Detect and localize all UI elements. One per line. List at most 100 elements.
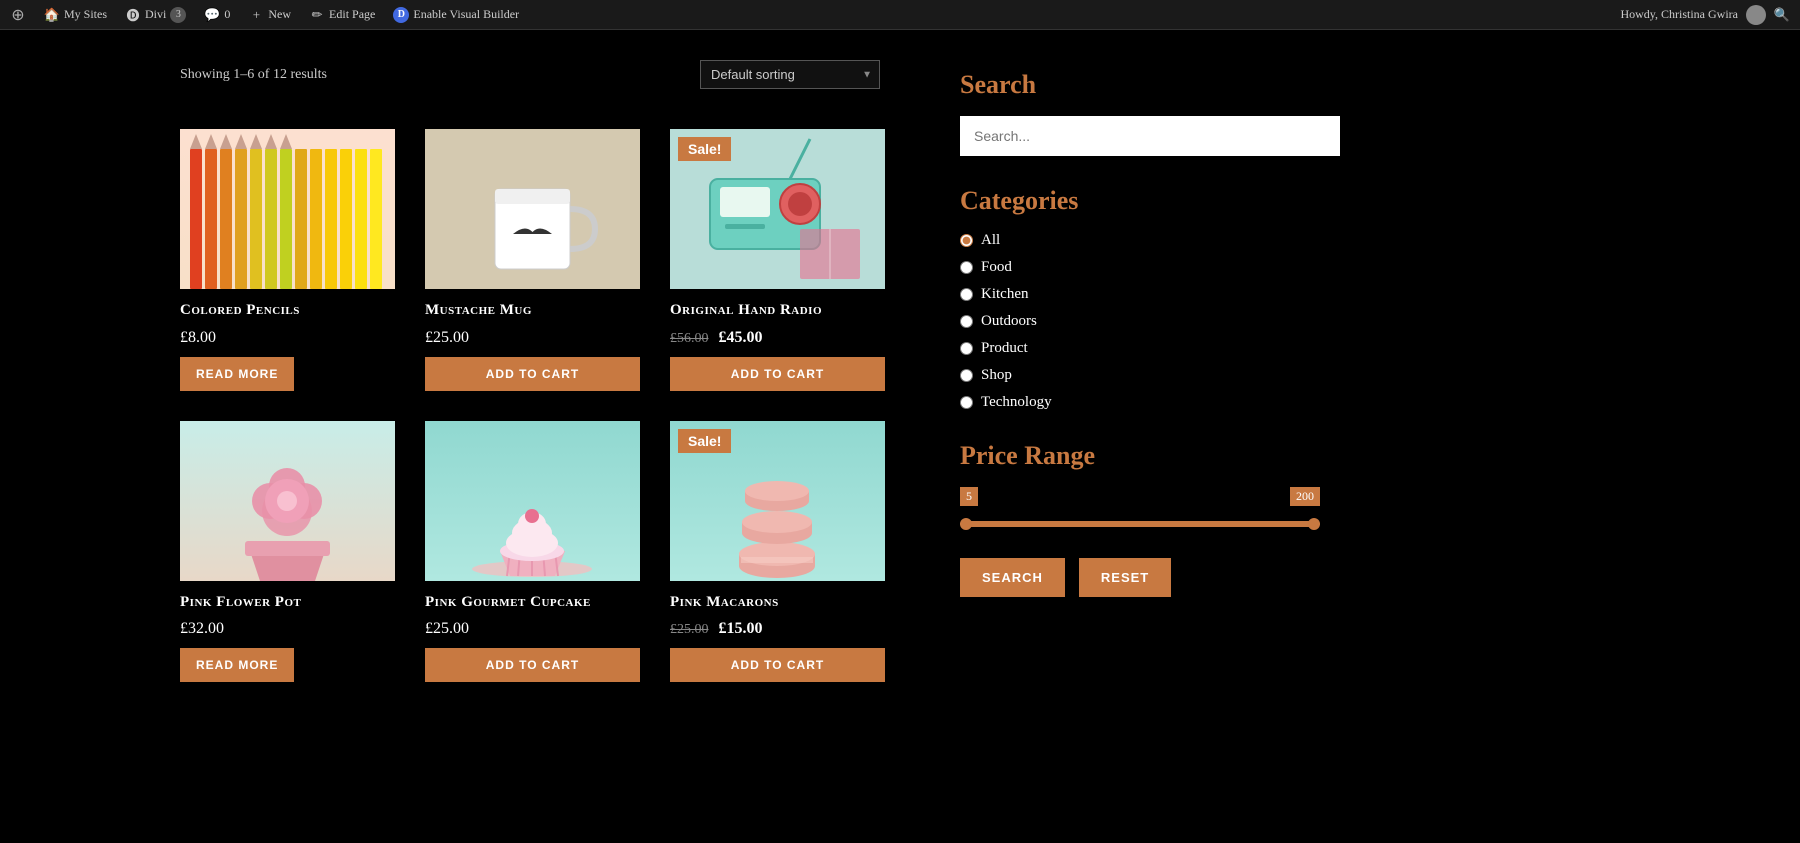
- price: £25.00: [425, 620, 469, 637]
- search-top-icon[interactable]: 🔍: [1774, 7, 1790, 23]
- search-title: Search: [960, 70, 1320, 100]
- product-title: Pink Gourmet Cupcake: [425, 593, 640, 613]
- wp-logo[interactable]: ⊕: [10, 7, 26, 23]
- category-kitchen[interactable]: Kitchen: [960, 286, 1320, 303]
- divi-builder-icon: D: [393, 7, 409, 23]
- add-to-cart-button[interactable]: ADD TO CART: [670, 648, 885, 682]
- category-label: Technology: [981, 394, 1052, 411]
- product-title: Colored Pencils: [180, 301, 395, 321]
- range-thumb-right[interactable]: [1308, 518, 1320, 530]
- search-input[interactable]: [960, 116, 1340, 156]
- product-image-wrap: [180, 421, 395, 581]
- original-price: £56.00: [670, 331, 709, 346]
- avatar: [1746, 5, 1766, 25]
- category-label: All: [981, 232, 1000, 249]
- add-to-cart-button[interactable]: ADD TO CART: [425, 357, 640, 391]
- product-image-wrap: Sale!: [670, 421, 885, 581]
- category-outdoors[interactable]: Outdoors: [960, 313, 1320, 330]
- user-area: Howdy, Christina Gwira 🔍: [1620, 5, 1790, 25]
- product-card: Pink Flower Pot £32.00 READ MORE: [180, 421, 395, 683]
- price: £8.00: [180, 329, 216, 346]
- pencil-icon: ✏: [309, 7, 325, 23]
- range-thumb-left[interactable]: [960, 518, 972, 530]
- search-button[interactable]: SEARCH: [960, 558, 1065, 597]
- product-title: Pink Macarons: [670, 593, 885, 613]
- category-label: Product: [981, 340, 1028, 357]
- category-shop[interactable]: Shop: [960, 367, 1320, 384]
- category-radio-outdoors[interactable]: [960, 315, 973, 328]
- price-min-label: 5: [960, 487, 978, 506]
- my-sites[interactable]: 🏠 My Sites: [44, 7, 107, 23]
- price-max-label: 200: [1290, 487, 1320, 506]
- product-card: Mustache Mug £25.00 ADD TO CART: [425, 129, 640, 391]
- price-row: £25.00: [425, 329, 640, 347]
- sort-select[interactable]: Default sorting Sort by popularity Sort …: [700, 60, 880, 89]
- price-row: £25.00 £15.00: [670, 620, 885, 638]
- product-title: Mustache Mug: [425, 301, 640, 321]
- add-to-cart-button[interactable]: ADD TO CART: [425, 648, 640, 682]
- top-row: Showing 1–6 of 12 results Default sortin…: [180, 60, 880, 109]
- sort-wrapper[interactable]: Default sorting Sort by popularity Sort …: [700, 60, 880, 89]
- range-slider[interactable]: [960, 514, 1320, 534]
- category-label: Kitchen: [981, 286, 1028, 303]
- sites-icon: 🏠: [44, 7, 60, 23]
- divi-menu[interactable]: 🅓 Divi 3: [125, 7, 186, 23]
- category-radio-shop[interactable]: [960, 369, 973, 382]
- new-menu[interactable]: + New: [248, 7, 291, 23]
- product-image-cupcake: [425, 421, 640, 581]
- categories-title: Categories: [960, 186, 1320, 216]
- price: £32.00: [180, 620, 224, 637]
- reset-button[interactable]: RESET: [1079, 558, 1171, 597]
- product-card: Colored Pencils £8.00 READ MORE: [180, 129, 395, 391]
- price: £25.00: [425, 329, 469, 346]
- product-image-pencils: [180, 129, 395, 289]
- price-row: £56.00 £45.00: [670, 329, 885, 347]
- product-title: Pink Flower Pot: [180, 593, 395, 613]
- sale-badge: Sale!: [678, 429, 731, 453]
- category-technology[interactable]: Technology: [960, 394, 1320, 411]
- category-food[interactable]: Food: [960, 259, 1320, 276]
- edit-page[interactable]: ✏ Edit Page: [309, 7, 375, 23]
- original-price: £25.00: [670, 622, 709, 637]
- product-card: Sale!: [670, 421, 885, 683]
- category-radio-technology[interactable]: [960, 396, 973, 409]
- topbar: ⊕ 🏠 My Sites 🅓 Divi 3 💬 0 + New ✏ Edit P…: [0, 0, 1800, 30]
- read-more-button[interactable]: READ MORE: [180, 648, 294, 682]
- read-more-button[interactable]: READ MORE: [180, 357, 294, 391]
- products-area: Showing 1–6 of 12 results Default sortin…: [180, 60, 900, 682]
- category-product[interactable]: Product: [960, 340, 1320, 357]
- product-image-mug: [425, 129, 640, 289]
- price-row: £32.00: [180, 620, 395, 638]
- category-label: Outdoors: [981, 313, 1037, 330]
- range-track: [960, 521, 1320, 527]
- category-all[interactable]: All: [960, 232, 1320, 249]
- product-card: Sale!: [670, 129, 885, 391]
- sale-price: £15.00: [719, 620, 763, 637]
- visual-builder[interactable]: D Enable Visual Builder: [393, 7, 519, 23]
- comments-icon: 💬: [204, 7, 220, 23]
- product-image-wrap: Sale!: [670, 129, 885, 289]
- price-buttons: SEARCH RESET: [960, 558, 1320, 597]
- add-to-cart-button[interactable]: ADD TO CART: [670, 357, 885, 391]
- product-grid: Colored Pencils £8.00 READ MORE: [180, 129, 900, 682]
- sale-price: £45.00: [719, 329, 763, 346]
- user-greeting: Howdy, Christina Gwira: [1620, 7, 1738, 22]
- sidebar: Search Categories All Food Kitchen Outdo…: [900, 60, 1320, 682]
- category-label: Shop: [981, 367, 1012, 384]
- sale-badge: Sale!: [678, 137, 731, 161]
- product-image-flowerpot: [180, 421, 395, 581]
- category-radio-kitchen[interactable]: [960, 288, 973, 301]
- showing-text: Showing 1–6 of 12 results: [180, 67, 327, 83]
- price-range-labels: 5 200: [960, 487, 1320, 506]
- wordpress-icon: ⊕: [10, 7, 26, 23]
- price-range-title: Price Range: [960, 441, 1320, 471]
- product-image-wrap: [425, 421, 640, 581]
- comments-menu[interactable]: 💬 0: [204, 7, 230, 23]
- divi-icon: 🅓: [125, 7, 141, 23]
- category-radio-all[interactable]: [960, 234, 973, 247]
- product-image-wrap: [425, 129, 640, 289]
- category-radio-food[interactable]: [960, 261, 973, 274]
- price-row: £25.00: [425, 620, 640, 638]
- category-label: Food: [981, 259, 1012, 276]
- category-radio-product[interactable]: [960, 342, 973, 355]
